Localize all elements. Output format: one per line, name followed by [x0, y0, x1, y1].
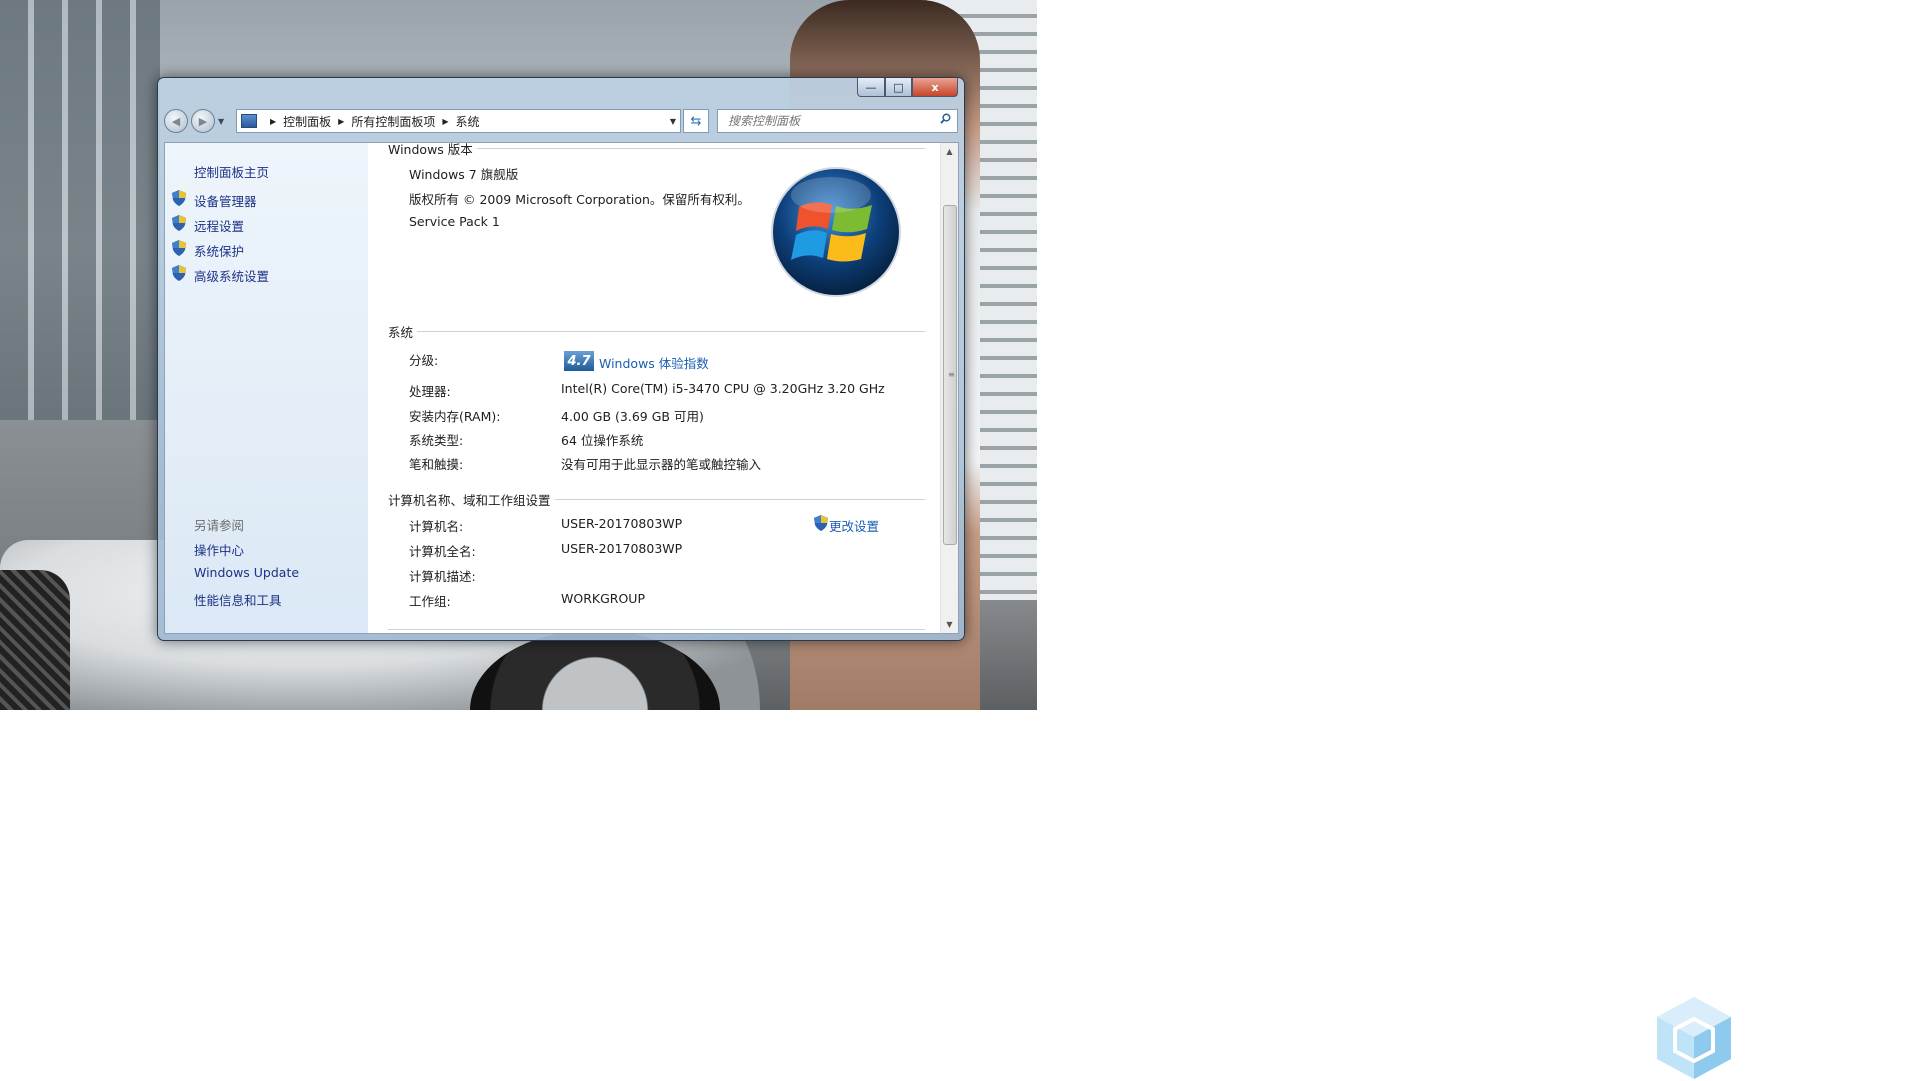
refresh-icon: ⇆	[690, 113, 702, 129]
uac-shield-icon	[172, 265, 186, 281]
wallpaper-car-grille	[0, 570, 70, 710]
windows-edition-value: Windows 7 旗舰版	[409, 167, 519, 182]
full-computer-name-label: 计算机全名:	[409, 544, 476, 559]
section-divider	[388, 629, 925, 630]
copyright-text: 版权所有 © 2009 Microsoft Corporation。保留所有权利…	[409, 192, 750, 207]
workgroup-value: WORKGROUP	[561, 591, 645, 606]
back-arrow-icon: ◀	[171, 114, 181, 128]
window-client-area: 控制面板主页 设备管理器 远程设置 系统保护 高级系统设置 另请参阅 操作中心 …	[164, 142, 959, 634]
address-dropdown-icon[interactable]: ▼	[670, 117, 676, 126]
task-pane: 控制面板主页 设备管理器 远程设置 系统保护 高级系统设置 另请参阅 操作中心 …	[165, 143, 368, 633]
pen-touch-label: 笔和触摸:	[409, 457, 464, 472]
system-window: — □ x ◀ ▶ ▼ ▶ 控制面板 ▶ 所有控制面板项 ▶ 系统 ▼ ⇆ 搜索…	[157, 77, 965, 641]
windows-logo	[771, 167, 901, 297]
computer-name-label: 计算机名:	[409, 519, 464, 534]
breadcrumb-system[interactable]: 系统	[456, 113, 480, 130]
maximize-button[interactable]: □	[885, 78, 912, 97]
caption-buttons: — □ x	[857, 78, 958, 97]
sidebar-item-advanced-settings[interactable]: 高级系统设置	[194, 266, 269, 285]
computer-description-label: 计算机描述:	[409, 569, 476, 584]
windows-edition-heading: Windows 版本	[388, 143, 477, 158]
see-also-heading: 另请参阅	[194, 518, 245, 533]
control-panel-home-link[interactable]: 控制面板主页	[194, 162, 269, 181]
address-bar[interactable]: ▶ 控制面板 ▶ 所有控制面板项 ▶ 系统 ▼	[236, 109, 681, 133]
system-properties-content: Windows 版本 Windows 7 旗舰版 版权所有 © 2009 Mic…	[368, 143, 935, 633]
uac-shield-icon	[172, 240, 186, 256]
uac-shield-icon	[814, 515, 828, 531]
computer-name-value: USER-20170803WP	[561, 516, 683, 531]
system-heading: 系统	[388, 322, 418, 341]
service-pack-text: Service Pack 1	[409, 214, 500, 229]
sidebar-item-system-protection[interactable]: 系统保护	[194, 241, 244, 260]
vertical-scrollbar[interactable]: ▲ ≡ ▼	[940, 143, 958, 633]
back-button[interactable]: ◀	[164, 109, 188, 133]
uac-shield-icon	[172, 215, 186, 231]
ram-label: 安装内存(RAM):	[409, 409, 501, 424]
processor-label: 处理器:	[409, 384, 451, 399]
experience-index-badge[interactable]: 4.7	[564, 351, 594, 371]
forward-button[interactable]: ▶	[191, 109, 215, 133]
refresh-button[interactable]: ⇆	[683, 109, 709, 133]
close-button[interactable]: x	[912, 78, 958, 97]
navigation-bar: ◀ ▶ ▼ ▶ 控制面板 ▶ 所有控制面板项 ▶ 系统 ▼ ⇆	[164, 108, 958, 134]
breadcrumb-control-panel[interactable]: 控制面板	[283, 113, 331, 130]
search-input[interactable]	[726, 113, 930, 129]
sidebar-item-remote-settings[interactable]: 远程设置	[194, 216, 244, 235]
scroll-up-arrow-icon[interactable]: ▲	[941, 143, 958, 160]
see-also-performance-tools[interactable]: 性能信息和工具	[194, 590, 282, 609]
section-divider	[388, 331, 925, 332]
wallpaper-building	[0, 0, 160, 420]
see-also-action-center[interactable]: 操作中心	[194, 540, 244, 559]
search-box[interactable]	[717, 109, 958, 133]
chevron-right-icon[interactable]: ▶	[442, 117, 448, 126]
chevron-right-icon[interactable]: ▶	[270, 117, 276, 126]
minimize-button[interactable]: —	[857, 78, 885, 97]
rating-label: 分级:	[409, 353, 439, 368]
breadcrumb-all-items[interactable]: 所有控制面板项	[351, 113, 435, 130]
processor-value: Intel(R) Core(TM) i5-3470 CPU @ 3.20GHz …	[561, 381, 885, 396]
workgroup-label: 工作组:	[409, 594, 451, 609]
pen-touch-value: 没有可用于此显示器的笔或触控输入	[561, 457, 762, 472]
system-type-value: 64 位操作系统	[561, 433, 644, 448]
control-panel-icon	[241, 114, 257, 128]
recent-pages-dropdown[interactable]: ▼	[218, 117, 224, 126]
windows-experience-index-link[interactable]: Windows 体验指数	[599, 353, 709, 372]
change-settings-link[interactable]: 更改设置	[829, 516, 879, 535]
ram-value: 4.00 GB (3.69 GB 可用)	[561, 409, 704, 424]
system-type-label: 系统类型:	[409, 433, 464, 448]
forward-arrow-icon: ▶	[198, 114, 208, 128]
sidebar-item-device-manager[interactable]: 设备管理器	[194, 191, 257, 210]
see-also-windows-update[interactable]: Windows Update	[194, 565, 299, 580]
computer-name-heading: 计算机名称、域和工作组设置	[388, 490, 555, 509]
uac-shield-icon	[172, 190, 186, 206]
scrollbar-thumb[interactable]: ≡	[943, 205, 957, 545]
watermark-cube-logo	[1657, 997, 1731, 1079]
full-computer-name-value: USER-20170803WP	[561, 541, 683, 556]
search-icon[interactable]	[940, 113, 951, 124]
grip-icon: ≡	[948, 370, 955, 379]
chevron-right-icon[interactable]: ▶	[338, 117, 344, 126]
scroll-down-arrow-icon[interactable]: ▼	[941, 616, 958, 633]
